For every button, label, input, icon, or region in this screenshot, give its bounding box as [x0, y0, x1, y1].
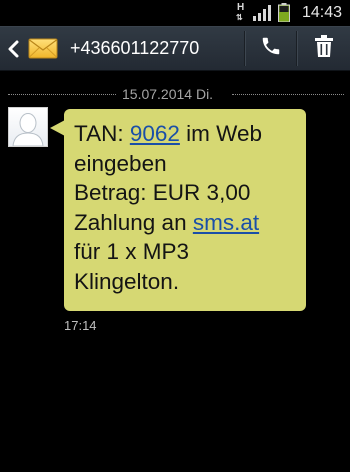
- message-bubble[interactable]: TAN: 9062 im Web eingeben Betrag: EUR 3,…: [64, 109, 306, 311]
- message-line: eingeben: [74, 150, 167, 176]
- message-text: im Web: [179, 121, 263, 146]
- date-separator-label: 15.07.2014 Di.: [122, 86, 214, 102]
- header-divider: [244, 31, 245, 66]
- message-line: Klingelton.: [74, 268, 180, 294]
- back-icon[interactable]: [6, 39, 20, 59]
- call-button[interactable]: [246, 27, 296, 70]
- sms-at-link[interactable]: sms.at: [193, 210, 259, 235]
- status-bar: H ⇅ 14:43: [0, 0, 350, 25]
- message-line: Zahlung an sms.at: [74, 208, 298, 238]
- delete-button[interactable]: [298, 27, 350, 70]
- date-separator-line: [8, 94, 116, 95]
- date-separator: 15.07.2014 Di.: [0, 82, 350, 106]
- message-line: TAN: 9062 im Web: [74, 119, 298, 149]
- date-separator-line: [232, 94, 344, 95]
- status-clock: 14:43: [301, 3, 342, 21]
- bubble-tail: [50, 120, 65, 136]
- message-text: Zahlung an: [74, 209, 193, 235]
- message-line: für 1 x MP3: [74, 239, 190, 264]
- network-type-label: H: [236, 1, 245, 13]
- network-type-icon: H ⇅: [235, 1, 246, 23]
- avatar[interactable]: [8, 107, 48, 147]
- conversation-header: +436601122770: [0, 26, 350, 71]
- envelope-icon[interactable]: [28, 36, 60, 60]
- status-icons: H ⇅ 14:43: [236, 0, 342, 25]
- data-arrows-icon: ⇅: [235, 12, 243, 22]
- phone-icon: [260, 35, 282, 62]
- message-line: Betrag: EUR 3,00: [74, 180, 251, 205]
- message-time: 17:14: [64, 318, 97, 333]
- battery-icon: [277, 3, 290, 22]
- contact-number: +436601122770: [70, 38, 200, 58]
- header-divider: [296, 31, 297, 66]
- tan-link[interactable]: 9062: [130, 121, 180, 146]
- message-text: TAN:: [74, 121, 130, 146]
- trash-icon: [314, 34, 334, 63]
- signal-icon: [252, 4, 272, 21]
- avatar-icon: [9, 113, 47, 146]
